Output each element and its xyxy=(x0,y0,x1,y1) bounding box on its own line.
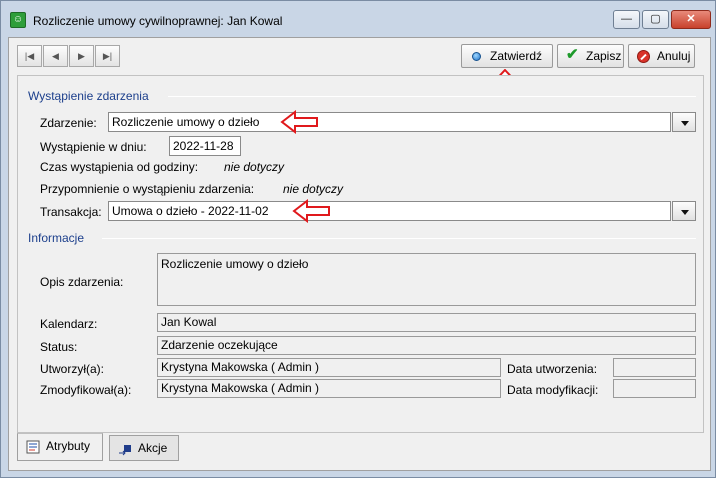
cancel-button[interactable]: Anuluj xyxy=(628,44,695,68)
section-divider xyxy=(102,238,696,239)
maximize-icon: ▢ xyxy=(650,13,661,25)
date-label: Wystąpienie w dniu: xyxy=(40,140,147,154)
tab-actions[interactable]: Akcje xyxy=(109,435,179,461)
status-label: Status: xyxy=(40,340,78,354)
annotation-arrow-left-icon xyxy=(292,199,330,223)
first-icon: |◀ xyxy=(24,51,35,61)
transaction-select[interactable]: Umowa o dzieło - 2022-11-02 xyxy=(108,201,671,221)
next-icon: ▶ xyxy=(78,51,85,61)
created-by-label: Utworzył(a): xyxy=(40,362,105,376)
modified-by-label: Zmodyfikował(a): xyxy=(40,383,132,397)
description-textarea[interactable]: Rozliczenie umowy o dzieło xyxy=(157,253,696,306)
minimize-button[interactable]: — xyxy=(613,10,640,29)
event-dropdown-button[interactable] xyxy=(672,112,696,132)
calendar-label: Kalendarz: xyxy=(40,317,98,331)
checkmark-icon: ✔ xyxy=(566,46,579,63)
first-record-button[interactable]: |◀ xyxy=(17,45,42,67)
maximize-button[interactable]: ▢ xyxy=(642,10,669,29)
close-button[interactable]: ✕ xyxy=(671,10,711,29)
modified-date-field[interactable] xyxy=(613,379,696,398)
last-icon: ▶| xyxy=(102,51,113,61)
annotation-arrow-left-icon xyxy=(280,110,318,134)
tab-attributes[interactable]: Atrybuty xyxy=(17,433,103,461)
time-label: Czas wystąpienia od godziny: xyxy=(40,160,199,174)
section-title-info: Informacje xyxy=(28,231,85,245)
modified-date-label: Data modyfikacji: xyxy=(507,383,599,397)
description-label: Opis zdarzenia: xyxy=(40,275,124,289)
last-record-button[interactable]: ▶| xyxy=(95,45,120,67)
reminder-value: nie dotyczy xyxy=(283,182,344,196)
window-title: Rozliczenie umowy cywilnoprawnej: Jan Ko… xyxy=(33,14,283,28)
transaction-dropdown-button[interactable] xyxy=(672,201,696,221)
next-record-button[interactable]: ▶ xyxy=(69,45,94,67)
minimize-icon: — xyxy=(621,13,632,25)
save-button[interactable]: ✔ Zapisz xyxy=(557,44,624,68)
confirm-button[interactable]: Zatwierdź xyxy=(461,44,553,68)
event-select[interactable]: Rozliczenie umowy o dzieło xyxy=(108,112,671,132)
cancel-button-label: Anuluj xyxy=(657,49,691,63)
cancel-icon xyxy=(637,50,650,63)
section-divider xyxy=(168,96,696,97)
application-window: ☺ Rozliczenie umowy cywilnoprawnej: Jan … xyxy=(0,0,716,478)
title-bar[interactable]: ☺ Rozliczenie umowy cywilnoprawnej: Jan … xyxy=(1,1,715,37)
confirm-dot-icon xyxy=(472,52,481,61)
tab-attributes-label: Atrybuty xyxy=(46,439,91,453)
previous-record-button[interactable]: ◀ xyxy=(43,45,68,67)
date-field[interactable]: 2022-11-28 xyxy=(169,136,241,156)
app-logo-icon: ☺ xyxy=(10,12,26,28)
modified-by-field[interactable]: Krystyna Makowska ( Admin ) xyxy=(157,379,501,398)
attributes-panel: Wystąpienie zdarzenia Zdarzenie: Rozlicz… xyxy=(17,75,704,433)
actions-arrow-icon xyxy=(119,445,131,456)
confirm-button-label: Zatwierdź xyxy=(490,49,543,63)
reminder-label: Przypomnienie o wystąpieniu zdarzenia: xyxy=(40,182,255,196)
status-field[interactable]: Zdarzenie oczekujące xyxy=(157,336,696,355)
transaction-label: Transakcja: xyxy=(40,205,102,219)
previous-icon: ◀ xyxy=(52,51,59,61)
tab-actions-label: Akcje xyxy=(138,441,168,455)
section-title-event: Wystąpienie zdarzenia xyxy=(28,89,149,103)
created-date-label: Data utworzenia: xyxy=(507,362,598,376)
event-label: Zdarzenie: xyxy=(40,116,97,130)
dialog-client-area: |◀ ◀ ▶ ▶| Zatwierdź ✔ Zapisz Anuluj Wyst… xyxy=(8,37,711,471)
created-by-field[interactable]: Krystyna Makowska ( Admin ) xyxy=(157,358,501,377)
attributes-list-icon xyxy=(26,440,40,454)
time-value: nie dotyczy xyxy=(224,160,285,174)
save-button-label: Zapisz xyxy=(586,49,622,63)
close-icon: ✕ xyxy=(686,13,696,25)
created-date-field[interactable] xyxy=(613,358,696,377)
calendar-field[interactable]: Jan Kowal xyxy=(157,313,696,332)
